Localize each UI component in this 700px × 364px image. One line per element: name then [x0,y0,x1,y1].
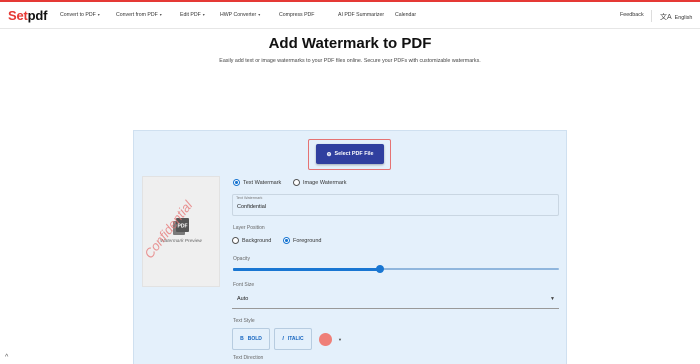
radio-foreground[interactable]: Foreground [283,237,321,244]
color-swatch [319,332,332,346]
radio-label: Image Watermark [303,179,347,186]
text-color-picker[interactable]: ▼ [316,329,350,349]
nav-item-label: Edit PDF [180,12,201,18]
radio-image-watermark[interactable]: Image Watermark [293,179,347,186]
text-style-label: Text Style [233,318,255,324]
nav-hwp-converter[interactable]: HWP Converter ▾ [220,12,260,18]
radio-checked-icon [233,179,240,186]
radio-label: Text Watermark [243,179,282,186]
font-size-value: Auto [237,296,249,302]
nav-calendar[interactable]: Calendar [395,12,416,18]
text-direction-label: Text Direction [233,355,264,361]
text-watermark-field[interactable] [232,194,559,216]
bold-label: BOLD [247,336,262,342]
font-size-select[interactable] [232,290,559,309]
bold-button[interactable]: B BOLD [232,328,270,350]
nav-edit-pdf[interactable]: Edit PDF ▾ [180,12,205,18]
language-selector[interactable]: 文A English [660,12,692,22]
font-size-label: Font Size [233,282,255,288]
nav-compress-pdf[interactable]: Compress PDF [279,12,314,18]
top-navbar: Setpdf Convert to PDF ▾ Convert from PDF ▾… [0,2,700,29]
italic-icon: I [282,336,284,342]
radio-label: Background [242,237,272,244]
nav-item-label: Convert from PDF [116,12,158,18]
chevron-down-icon: ▼ [338,336,342,342]
text-watermark-input[interactable]: Confidential [237,204,266,210]
italic-button[interactable]: I ITALIC [274,328,312,350]
opacity-slider-thumb[interactable] [375,265,384,273]
italic-label: ITALIC [287,336,304,342]
chevron-down-icon: ▾ [97,12,100,17]
opacity-slider-fill [233,267,380,271]
nav-item-label: Compress PDF [279,12,315,18]
radio-unchecked-icon [293,179,300,186]
nav-item-label: AI PDF Summarizer [338,12,385,18]
nav-item-label: Convert to PDF [60,12,96,18]
nav-convert-to-pdf[interactable]: Convert to PDF ▾ [60,12,100,18]
radio-label: Foreground [293,237,322,244]
chevron-down-icon: ▾ [159,12,162,17]
logo-part-pdf: pdf [27,8,48,23]
select-pdf-file-label: Select PDF File [334,151,374,157]
language-label: English [674,15,693,21]
nav-item-label: HWP Converter [220,12,257,18]
radio-background[interactable]: Background [232,237,271,244]
nav-ai-pdf-summarizer[interactable]: AI PDF Summarizer [338,12,384,18]
radio-unchecked-icon [232,237,239,244]
opacity-label: Opacity [233,256,250,262]
bold-icon: B [240,336,244,342]
chevron-down-icon: ▾ [202,12,205,17]
select-pdf-file-button[interactable]: ⊕ Select PDF File [316,144,384,164]
chevron-down-icon: ▼ [550,296,555,302]
chevron-down-icon: ▾ [258,12,261,17]
nav-item-label: Calendar [395,12,417,18]
radio-text-watermark[interactable]: Text Watermark [233,179,281,186]
translate-icon: 文A [660,14,672,21]
page-title: Add Watermark to PDF [268,35,432,52]
logo-part-set: Set [8,8,28,23]
layer-position-label: Layer Position [233,225,265,231]
setpdf-logo[interactable]: Setpdf [8,8,47,23]
chevron-up-icon[interactable]: ^ [5,354,8,361]
upload-icon: ⊕ [326,151,332,158]
text-watermark-field-label: Text Watermark [236,196,263,200]
nav-divider [651,10,652,22]
nav-convert-from-pdf[interactable]: Convert from PDF ▾ [116,12,162,18]
page-subtitle: Easily add text or image watermarks to y… [219,58,481,64]
radio-checked-icon [283,237,290,244]
feedback-link[interactable]: Feedback [620,12,644,18]
